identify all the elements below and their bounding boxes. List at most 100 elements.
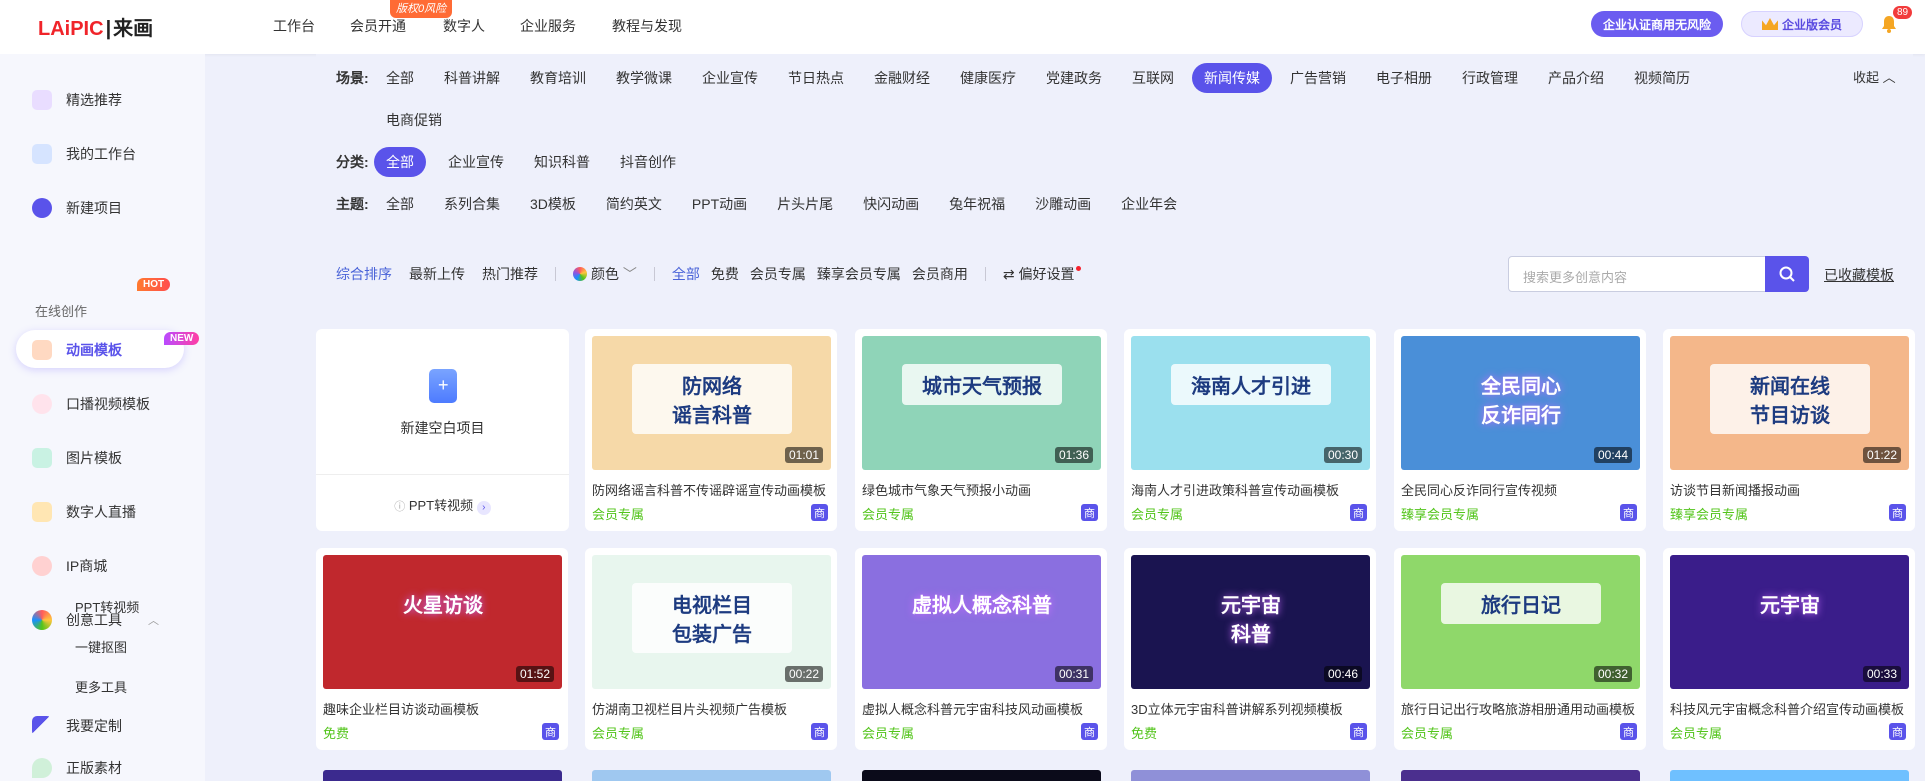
sidebar-item-image-templates[interactable]: 图片模板 bbox=[32, 448, 122, 468]
tier-free[interactable]: 免费 bbox=[711, 264, 739, 284]
template-title[interactable]: 访谈节目新闻播报动画 bbox=[1670, 480, 1908, 499]
nav-digital-human[interactable]: 数字人 bbox=[443, 16, 485, 36]
template-title[interactable]: 全民同心反诈同行宣传视频 bbox=[1401, 480, 1639, 499]
scene-chip[interactable]: 全部 bbox=[374, 63, 426, 93]
theme-chip[interactable]: 快闪动画 bbox=[851, 189, 931, 219]
template-card[interactable]: 火星访谈 01:52 趣味企业栏目访谈动画模板 免费 商 bbox=[316, 548, 568, 750]
template-card[interactable]: 元宇宙 00:33 科技风元宇宙概念科普介绍宣传动画模板 会员专属 商 bbox=[1663, 548, 1915, 750]
template-card[interactable]: 城市天气预报 01:36 绿色城市气象天气预报小动画 会员专属 商 bbox=[855, 329, 1107, 531]
sort-popular[interactable]: 热门推荐 bbox=[482, 264, 538, 284]
sidebar-item-live[interactable]: 数字人直播 bbox=[32, 502, 136, 522]
template-thumbnail[interactable]: 火星访谈 01:52 bbox=[323, 555, 562, 689]
tier-all[interactable]: 全部 bbox=[672, 264, 700, 284]
template-thumbnail-partial[interactable] bbox=[1401, 770, 1640, 781]
sidebar-sub-ppt[interactable]: PPT转视频 bbox=[75, 597, 139, 616]
theme-chip[interactable]: 沙雕动画 bbox=[1023, 189, 1103, 219]
scene-chip[interactable]: 行政管理 bbox=[1450, 63, 1530, 93]
template-thumbnail[interactable]: 电视栏目 包装广告 00:22 bbox=[592, 555, 831, 689]
template-thumbnail[interactable]: 海南人才引进 00:30 bbox=[1131, 336, 1370, 470]
template-thumbnail[interactable]: 新闻在线 节目访谈 01:22 bbox=[1670, 336, 1909, 470]
theme-chip[interactable]: 片头片尾 bbox=[765, 189, 845, 219]
template-thumbnail[interactable]: 元宇宙 00:33 bbox=[1670, 555, 1909, 689]
ppt-to-video-link[interactable]: ⓘ PPT转视频 › bbox=[316, 495, 569, 515]
search-input[interactable]: 搜索更多创意内容 bbox=[1508, 256, 1766, 292]
theme-chip[interactable]: 系列合集 bbox=[432, 189, 512, 219]
sort-comprehensive[interactable]: 综合排序 bbox=[336, 264, 392, 284]
scene-chip[interactable]: 健康医疗 bbox=[948, 63, 1028, 93]
template-card[interactable]: 新闻在线 节目访谈 01:22 访谈节目新闻播报动画 臻享会员专属 商 bbox=[1663, 329, 1915, 531]
scene-chip[interactable]: 教学微课 bbox=[604, 63, 684, 93]
scene-chip[interactable]: 视频简历 bbox=[1622, 63, 1702, 93]
scene-chip[interactable]: 教育培训 bbox=[518, 63, 598, 93]
template-card[interactable]: 海南人才引进 00:30 海南人才引进政策科普宣传动画模板 会员专属 商 bbox=[1124, 329, 1376, 531]
scene-chip[interactable]: 党建政务 bbox=[1034, 63, 1114, 93]
template-card[interactable]: 元宇宙 科普 00:46 3D立体元宇宙科普讲解系列视频模板 免费 商 bbox=[1124, 548, 1376, 750]
template-thumbnail[interactable]: 虚拟人概念科普 00:31 bbox=[862, 555, 1101, 689]
template-title[interactable]: 旅行日记出行攻略旅游相册通用动画模板 bbox=[1401, 699, 1639, 718]
template-thumbnail[interactable]: 元宇宙 科普 00:46 bbox=[1131, 555, 1370, 689]
scene-chip[interactable]: 节日热点 bbox=[776, 63, 856, 93]
theme-chip[interactable]: PPT动画 bbox=[680, 189, 759, 219]
scene-chip[interactable]: 广告营销 bbox=[1278, 63, 1358, 93]
template-thumbnail[interactable]: 城市天气预报 01:36 bbox=[862, 336, 1101, 470]
template-title[interactable]: 科技风元宇宙概念科普介绍宣传动画模板 bbox=[1670, 699, 1908, 718]
template-thumbnail[interactable]: 全民同心 反诈同行 00:44 bbox=[1401, 336, 1640, 470]
scene-chip[interactable]: 产品介绍 bbox=[1536, 63, 1616, 93]
scene-chip[interactable]: 电商促销 bbox=[374, 105, 454, 135]
sidebar-item-new-project[interactable]: 新建项目 bbox=[32, 198, 122, 218]
tier-member[interactable]: 会员专属 bbox=[750, 264, 806, 284]
favorites-link[interactable]: 已收藏模板 bbox=[1824, 265, 1894, 285]
template-thumbnail-partial[interactable] bbox=[1670, 770, 1909, 781]
sidebar-sub-cutout[interactable]: 一键抠图 bbox=[75, 637, 127, 656]
theme-chip[interactable]: 企业年会 bbox=[1109, 189, 1189, 219]
template-thumbnail[interactable]: 防网络 谣言科普 01:01 bbox=[592, 336, 831, 470]
preference-settings[interactable]: ⇄ 偏好设置 bbox=[1003, 264, 1081, 284]
tier-commercial[interactable]: 会员商用 bbox=[912, 264, 968, 284]
template-thumbnail-partial[interactable] bbox=[323, 770, 562, 781]
enterprise-cert-button[interactable]: 企业认证商用无风险 bbox=[1591, 11, 1723, 37]
sidebar-item-animation-templates[interactable]: 动画模板 bbox=[32, 340, 122, 360]
template-thumbnail[interactable]: 旅行日记 00:32 bbox=[1401, 555, 1640, 689]
scene-chip[interactable]: 互联网 bbox=[1120, 63, 1186, 93]
enterprise-vip-button[interactable]: 企业版会员 bbox=[1741, 11, 1863, 37]
template-title[interactable]: 趣味企业栏目访谈动画模板 bbox=[323, 699, 561, 718]
sort-newest[interactable]: 最新上传 bbox=[409, 264, 465, 284]
template-thumbnail-partial[interactable] bbox=[862, 770, 1101, 781]
category-chip-all[interactable]: 全部 bbox=[374, 147, 426, 177]
scene-chip[interactable]: 金融财经 bbox=[862, 63, 942, 93]
template-title[interactable]: 3D立体元宇宙科普讲解系列视频模板 bbox=[1131, 699, 1369, 718]
sidebar-item-workbench[interactable]: 我的工作台 bbox=[32, 144, 136, 164]
category-chip[interactable]: 企业宣传 bbox=[436, 147, 516, 177]
nav-enterprise[interactable]: 企业服务 bbox=[520, 16, 576, 36]
sidebar-item-featured[interactable]: 精选推荐 bbox=[32, 90, 122, 110]
template-card[interactable]: 防网络 谣言科普 01:01 防网络谣言科普不传谣辟谣宣传动画模板 会员专属 商 bbox=[585, 329, 837, 531]
nav-tutorials[interactable]: 教程与发现 bbox=[612, 16, 682, 36]
category-chip[interactable]: 抖音创作 bbox=[608, 147, 688, 177]
nav-membership[interactable]: 会员开通 bbox=[350, 16, 406, 36]
template-title[interactable]: 仿湖南卫视栏目片头视频广告模板 bbox=[592, 699, 830, 718]
new-blank-project-card[interactable]: 新建空白项目 ⓘ PPT转视频 › bbox=[316, 329, 569, 531]
scene-chip[interactable]: 电子相册 bbox=[1364, 63, 1444, 93]
sidebar-item-licensed[interactable]: 正版素材 bbox=[32, 758, 122, 778]
sidebar-sub-more-tools[interactable]: 更多工具 bbox=[75, 677, 127, 696]
search-button[interactable] bbox=[1765, 256, 1809, 292]
nav-workbench[interactable]: 工作台 bbox=[273, 16, 315, 36]
template-card[interactable]: 旅行日记 00:32 旅行日记出行攻略旅游相册通用动画模板 会员专属 商 bbox=[1394, 548, 1646, 750]
theme-chip[interactable]: 3D模板 bbox=[518, 189, 588, 219]
template-thumbnail-partial[interactable] bbox=[592, 770, 831, 781]
template-title[interactable]: 防网络谣言科普不传谣辟谣宣传动画模板 bbox=[592, 480, 830, 499]
template-card[interactable]: 虚拟人概念科普 00:31 虚拟人概念科普元宇宙科技风动画模板 会员专属 商 bbox=[855, 548, 1107, 750]
scene-chip[interactable]: 新闻传媒 bbox=[1192, 63, 1272, 93]
template-thumbnail-partial[interactable] bbox=[1131, 770, 1370, 781]
theme-chip[interactable]: 简约英文 bbox=[594, 189, 674, 219]
sidebar-item-oral-video[interactable]: 口播视频模板 bbox=[32, 394, 150, 414]
theme-chip[interactable]: 全部 bbox=[374, 189, 426, 219]
tier-premium[interactable]: 臻享会员专属 bbox=[817, 264, 901, 284]
laipic-logo[interactable]: LAiPIC | 来画 bbox=[38, 12, 153, 41]
category-chip[interactable]: 知识科普 bbox=[522, 147, 602, 177]
theme-chip[interactable]: 兔年祝福 bbox=[937, 189, 1017, 219]
scene-chip[interactable]: 企业宣传 bbox=[690, 63, 770, 93]
sidebar-item-custom[interactable]: 我要定制 bbox=[32, 716, 122, 736]
template-card[interactable]: 电视栏目 包装广告 00:22 仿湖南卫视栏目片头视频广告模板 会员专属 商 bbox=[585, 548, 837, 750]
collapse-button[interactable]: 收起 ︿ bbox=[1853, 67, 1896, 86]
